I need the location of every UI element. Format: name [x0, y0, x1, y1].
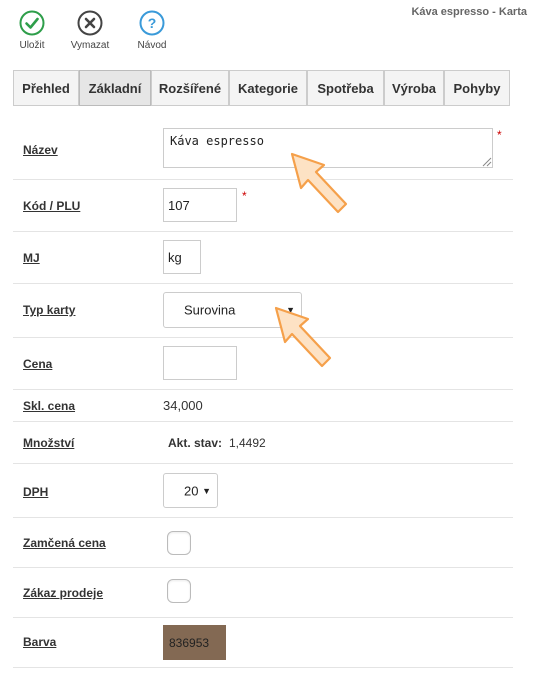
kod-input[interactable]: 107	[163, 188, 237, 222]
form-row-mnozstvi: Množství Akt. stav: 1,4492	[13, 422, 513, 464]
mnozstvi-prefix: Akt. stav:	[168, 436, 223, 450]
help-button[interactable]: ? Návod	[127, 10, 177, 51]
help-label: Návod	[137, 40, 167, 51]
dph-label: DPH	[23, 485, 49, 499]
delete-button[interactable]: Vymazat	[65, 10, 115, 51]
chevron-down-icon: ▼	[202, 485, 211, 496]
tab-prehled[interactable]: Přehled	[13, 70, 79, 106]
required-marker: *	[497, 128, 502, 142]
close-icon	[77, 10, 103, 36]
zakaz-label: Zákaz prodeje	[23, 586, 104, 600]
form-row-kod: Kód / PLU 107 *	[13, 180, 513, 232]
nazev-input[interactable]: Káva espresso	[163, 128, 493, 168]
save-label: Uložit	[19, 40, 45, 51]
tab-kategorie[interactable]: Kategorie	[229, 70, 307, 106]
delete-label: Vymazat	[70, 40, 110, 51]
toolbar: Uložit Vymazat ? Návod	[0, 0, 537, 60]
tab-pohyby[interactable]: Pohyby	[444, 70, 510, 106]
barva-label: Barva	[23, 635, 57, 649]
save-button[interactable]: Uložit	[7, 10, 57, 51]
form-row-dph: DPH 20 ▼	[13, 464, 513, 518]
form-row-typ: Typ karty Surovina ▼	[13, 284, 513, 338]
form-row-zakaz: Zákaz prodeje	[13, 568, 513, 618]
kod-label: Kód / PLU	[23, 199, 81, 213]
form-row-barva: Barva 836953	[13, 618, 513, 668]
tab-zakladni[interactable]: Základní	[79, 70, 151, 106]
barva-value: 836953	[169, 635, 210, 650]
cena-label: Cena	[23, 357, 53, 371]
question-icon: ?	[139, 10, 165, 36]
form-row-nazev: Název Káva espresso *	[13, 118, 513, 180]
zamcena-checkbox[interactable]	[167, 531, 191, 555]
skl-cena-label: Skl. cena	[23, 399, 76, 413]
resize-handle-icon[interactable]	[482, 157, 492, 167]
chevron-down-icon: ▼	[286, 305, 295, 315]
nazev-label: Název	[23, 143, 58, 157]
tab-spotreba[interactable]: Spotřeba	[307, 70, 384, 106]
typ-value: Surovina	[184, 302, 236, 318]
mnozstvi-label: Množství	[23, 436, 75, 450]
color-picker[interactable]: 836953	[163, 625, 226, 660]
zakaz-checkbox[interactable]	[167, 579, 191, 603]
form-row-zamcena: Zamčená cena	[13, 518, 513, 568]
mj-input[interactable]: kg	[163, 240, 201, 274]
required-marker: *	[242, 189, 247, 203]
form-row-mj: MJ kg	[13, 232, 513, 284]
svg-text:?: ?	[148, 15, 157, 31]
checkmark-icon	[19, 10, 45, 36]
form-row-cena: Cena	[13, 338, 513, 390]
typ-label: Typ karty	[23, 303, 76, 317]
mnozstvi-value: 1,4492	[229, 436, 266, 450]
skl-cena-value: 34,000	[163, 398, 203, 413]
tab-vyroba[interactable]: Výroba	[384, 70, 444, 106]
form-row-skl-cena: Skl. cena 34,000	[13, 390, 513, 422]
mj-label: MJ	[23, 251, 40, 265]
dph-select[interactable]: 20 ▼	[163, 473, 218, 508]
dph-value: 20	[184, 483, 199, 498]
cena-input[interactable]	[163, 346, 237, 380]
tab-rozsirene[interactable]: Rozšířené	[151, 70, 229, 106]
typ-select[interactable]: Surovina ▼	[163, 292, 302, 328]
zamcena-label: Zamčená cena	[23, 536, 106, 550]
